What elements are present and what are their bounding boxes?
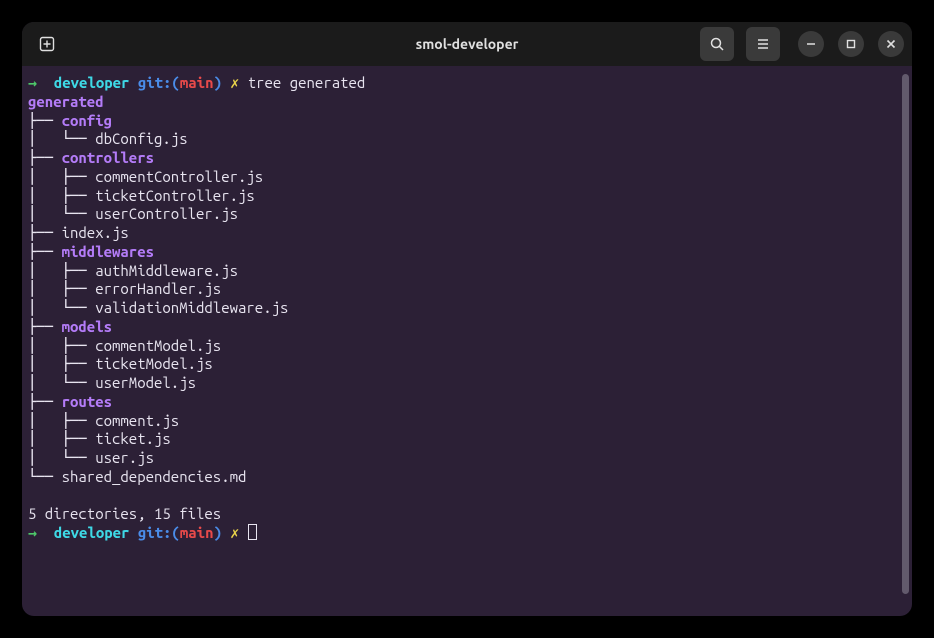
window-title: smol-developer [416,36,519,52]
tree-line: ├── models [28,318,906,337]
tree-line: │ ├── comment.js [28,412,906,431]
titlebar-right [700,27,904,61]
tree-line: │ └── user.js [28,449,906,468]
prompt-arrow: → [28,524,37,541]
titlebar-left [30,27,64,61]
tree-line: │ └── userModel.js [28,374,906,393]
prompt-branch: main [180,74,214,91]
tree-line: │ ├── ticketModel.js [28,355,906,374]
terminal-window: smol-developer → develope [22,22,912,616]
prompt-line-2: → developer git:(main) ✗ [28,524,906,543]
prompt-git-label: git: [138,74,172,91]
prompt-cwd: developer [54,74,130,91]
prompt-paren-open: ( [171,74,179,91]
tree-line: │ └── validationMiddleware.js [28,299,906,318]
tree-line: │ ├── ticketController.js [28,187,906,206]
tree-line: │ ├── authMiddleware.js [28,262,906,281]
tree-line: └── shared_dependencies.md [28,468,906,487]
tree-line: ├── index.js [28,224,906,243]
prompt-paren-close: ) [213,74,221,91]
terminal-cursor [248,524,257,540]
prompt-command: tree generated [248,74,366,91]
titlebar: smol-developer [22,22,912,66]
window-controls [798,31,904,57]
prompt-branch: main [180,524,214,541]
prompt-dirty-glyph: ✗ [230,74,239,91]
new-tab-button[interactable] [30,27,64,61]
prompt-dirty-glyph: ✗ [230,524,239,541]
terminal-body[interactable]: → developer git:(main) ✗ tree generated … [22,66,912,616]
tree-line: │ └── dbConfig.js [28,130,906,149]
maximize-button[interactable] [838,31,864,57]
tree-line: │ ├── ticket.js [28,430,906,449]
tree-line: ├── controllers [28,149,906,168]
tree-line: ├── config [28,112,906,131]
prompt-cwd: developer [54,524,130,541]
tree-line: ├── middlewares [28,243,906,262]
tree-line: │ ├── errorHandler.js [28,280,906,299]
blank-line [28,487,906,506]
prompt-arrow: → [28,74,37,91]
prompt-git-label: git: [138,524,172,541]
close-button[interactable] [878,31,904,57]
menu-button[interactable] [746,27,780,61]
scrollbar[interactable] [902,74,909,594]
prompt-line-1: → developer git:(main) ✗ tree generated [28,74,906,93]
tree-line: │ ├── commentModel.js [28,337,906,356]
tree-line: │ └── userController.js [28,205,906,224]
tree-root: generated [28,93,906,112]
tree-line: ├── routes [28,393,906,412]
tree-line: │ ├── commentController.js [28,168,906,187]
search-button[interactable] [700,27,734,61]
tree-summary: 5 directories, 15 files [28,505,906,524]
prompt-paren-close: ) [213,524,221,541]
minimize-button[interactable] [798,31,824,57]
prompt-paren-open: ( [171,524,179,541]
